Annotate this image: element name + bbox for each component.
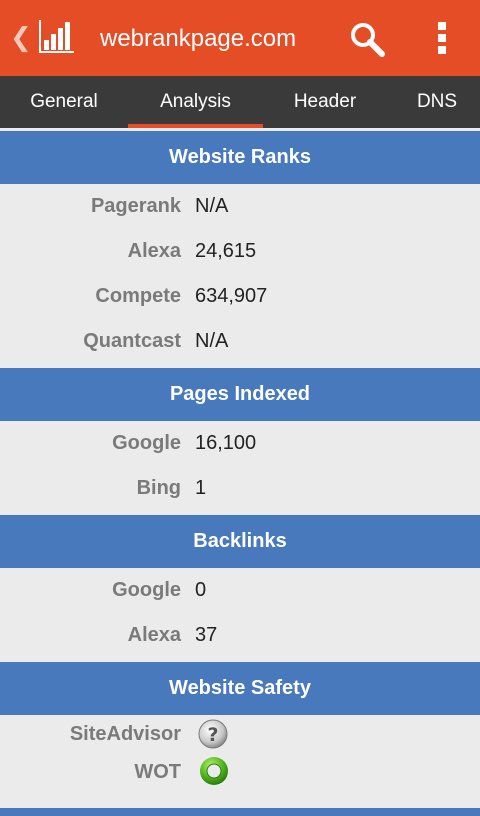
list-item: WOT xyxy=(0,753,480,791)
list-item: SiteAdvisor ? xyxy=(0,715,480,753)
question-mark-icon[interactable]: ? xyxy=(198,719,228,749)
row-label: Alexa xyxy=(127,240,181,262)
row-label: Bing xyxy=(136,477,181,499)
row-label: SiteAdvisor xyxy=(69,723,181,745)
row-label: Google xyxy=(112,432,181,454)
tab-dns[interactable]: DNS xyxy=(387,76,480,128)
section-header-pages-indexed: Pages Indexed xyxy=(0,368,480,421)
list-item: Alexa 37 xyxy=(0,613,480,658)
website-safety-list: SiteAdvisor ? WOT xyxy=(0,715,480,791)
section-header-backlinks: Backlinks xyxy=(0,515,480,568)
row-value: 1 xyxy=(195,477,207,499)
row-value: N/A xyxy=(195,195,229,217)
list-item: Bing 1 xyxy=(0,466,480,511)
backlinks-list: Google 0 Alexa 37 xyxy=(0,568,480,662)
row-value: 37 xyxy=(195,624,218,646)
more-vert-icon[interactable] xyxy=(432,18,452,58)
tab-selected-indicator xyxy=(128,124,263,128)
list-item: Alexa 24,615 xyxy=(0,229,480,274)
row-label: Pagerank xyxy=(90,195,181,217)
list-item: Google 0 xyxy=(0,568,480,613)
row-label: Alexa xyxy=(127,624,181,646)
row-value: 0 xyxy=(195,579,207,601)
row-label: Compete xyxy=(95,285,181,307)
pages-indexed-list: Google 16,100 Bing 1 xyxy=(0,421,480,515)
website-ranks-list: Pagerank N/A Alexa 24,615 Compete 634,90… xyxy=(0,184,480,368)
row-label: WOT xyxy=(134,761,181,783)
green-ring-icon[interactable] xyxy=(198,755,230,787)
analysis-content: Website Ranks Pagerank N/A Alexa 24,615 … xyxy=(0,131,480,791)
section-header-website-ranks: Website Ranks xyxy=(0,131,480,184)
tab-general[interactable]: General xyxy=(0,76,128,128)
bar-chart-logo-icon[interactable] xyxy=(36,18,76,56)
list-item: Compete 634,907 xyxy=(0,274,480,319)
app-title: webrankpage.com xyxy=(100,25,297,52)
list-item: Quantcast N/A xyxy=(0,319,480,364)
list-item: Pagerank N/A xyxy=(0,184,480,229)
row-value: 634,907 xyxy=(195,285,268,307)
svg-text:?: ? xyxy=(207,724,218,746)
row-value: N/A xyxy=(195,330,229,352)
section-header-partial xyxy=(0,808,480,816)
row-label: Quantcast xyxy=(83,330,181,352)
app-bar: ❮ webrankpage.com xyxy=(0,0,480,76)
tab-header[interactable]: Header xyxy=(263,76,387,128)
chevron-left-icon[interactable]: ❮ xyxy=(10,22,32,52)
row-label: Google xyxy=(112,579,181,601)
section-header-website-safety: Website Safety xyxy=(0,662,480,715)
tab-bar: General Analysis Header DNS xyxy=(0,76,480,128)
row-value: 16,100 xyxy=(195,432,257,454)
list-item: Google 16,100 xyxy=(0,421,480,466)
row-value: 24,615 xyxy=(195,240,257,262)
search-icon[interactable] xyxy=(348,20,386,58)
tab-analysis[interactable]: Analysis xyxy=(128,76,263,128)
